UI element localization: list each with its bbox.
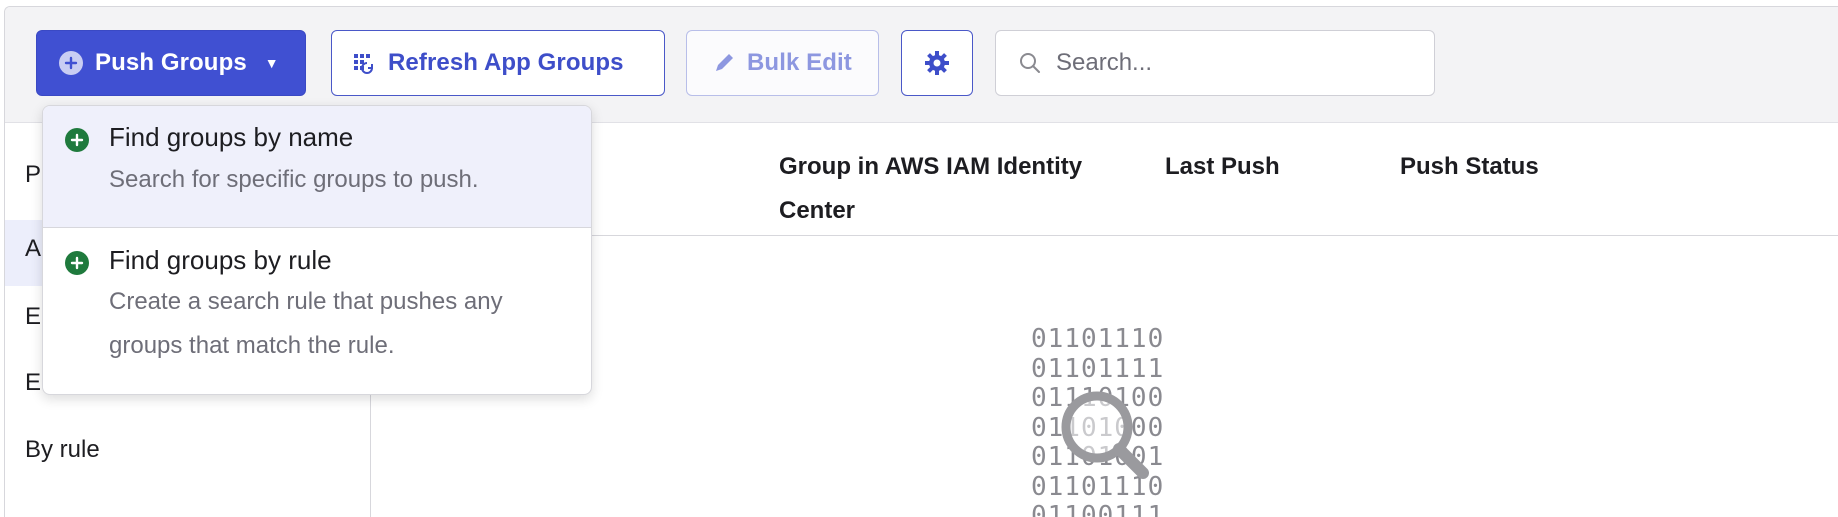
refresh-app-groups-label: Refresh App Groups (388, 49, 624, 76)
search-box[interactable] (995, 30, 1435, 96)
dropdown-item-title: Find groups by name (109, 122, 354, 152)
column-header-push-status[interactable]: Push Status (1400, 145, 1539, 189)
gear-icon (924, 50, 950, 76)
dropdown-item-title: Find groups by rule (109, 245, 332, 275)
column-header-last-push[interactable]: Last Push (1165, 145, 1280, 189)
column-header-group[interactable]: Group in AWS IAM Identity Center (779, 145, 1099, 233)
chevron-down-icon: ▼ (264, 55, 279, 71)
sidebar-item[interactable]: E (25, 369, 41, 397)
settings-button[interactable] (901, 30, 973, 96)
dropdown-item-description: Search for specific groups to push. (109, 166, 479, 193)
dropdown-item-description: Create a search rule that pushes any gro… (109, 288, 503, 359)
sidebar-item[interactable]: A (25, 235, 41, 263)
search-input[interactable] (1054, 48, 1418, 78)
binary-line: 01100111 (1031, 501, 1165, 517)
refresh-grid-icon (352, 51, 376, 75)
refresh-app-groups-button[interactable]: Refresh App Groups (331, 30, 665, 96)
sidebar-item[interactable]: P (25, 161, 41, 189)
dropdown-item-find-by-rule[interactable]: Find groups by rule Create a search rule… (43, 228, 591, 394)
push-groups-label: Push Groups (95, 49, 247, 76)
plus-circle-icon (65, 128, 89, 152)
bulk-edit-button[interactable]: Bulk Edit (686, 30, 879, 96)
dropdown-item-find-by-name[interactable]: Find groups by name Search for specific … (43, 106, 591, 228)
search-icon (1018, 51, 1042, 75)
magnifier-icon (1057, 387, 1155, 490)
push-groups-dropdown: Find groups by name Search for specific … (42, 105, 592, 395)
binary-line: 01101111 (1031, 353, 1165, 384)
sidebar-item-by-rule[interactable]: By rule (25, 436, 100, 464)
plus-circle-icon (59, 51, 83, 75)
sidebar-item[interactable]: E (25, 303, 41, 331)
binary-line: 01101110 (1031, 324, 1165, 354)
pencil-icon (713, 52, 735, 74)
plus-circle-icon (65, 251, 89, 275)
app-frame: Push Groups ▼ Refresh App Groups Bulk Ed… (4, 6, 1838, 517)
bulk-edit-label: Bulk Edit (747, 49, 852, 76)
push-groups-button[interactable]: Push Groups ▼ (36, 30, 306, 96)
